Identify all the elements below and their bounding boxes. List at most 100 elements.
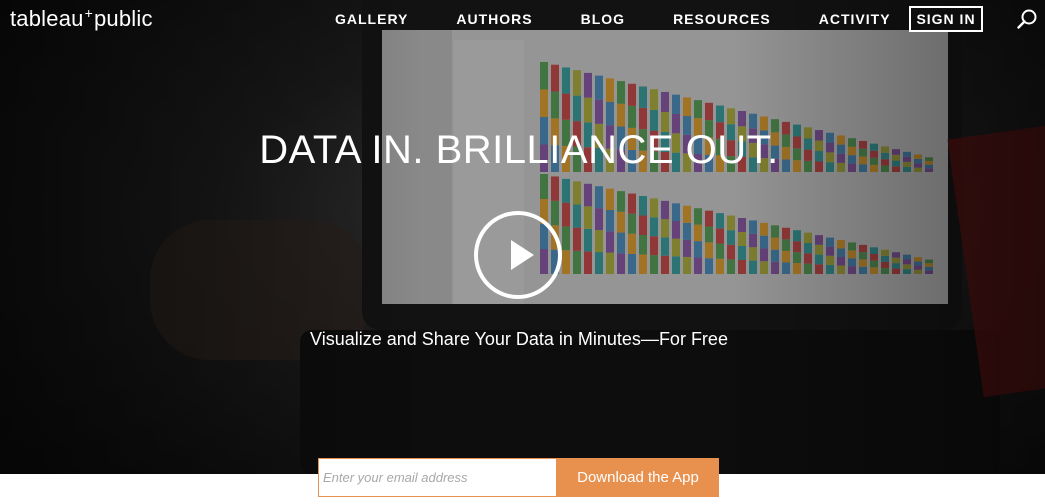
screen-bar-segment [650,198,658,218]
screen-bar-segment [771,237,779,250]
screen-bar-segment [826,246,834,256]
screen-bar-segment [804,243,812,254]
screen-bar-segment [903,254,911,260]
screen-bar-segment [749,260,757,274]
screen-bar-segment [782,250,790,263]
screen-bar-segment [584,97,592,123]
screen-bar-segment [584,206,592,229]
screen-bar-segment [562,202,570,227]
email-input[interactable] [318,458,557,497]
screen-bar-segment [881,261,889,268]
logo-text-left: tableau [10,6,84,31]
sign-in-button[interactable]: SIGN IN [909,6,983,32]
screen-bar-segment [562,178,570,203]
screen-bar-segment [672,94,680,114]
screen-bar-segment [606,188,614,210]
screen-bar-segment [551,64,559,92]
hero-section: tableau+public GALLERY AUTHORS BLOG RESO… [0,0,1045,474]
screen-bar-segment [771,261,779,274]
screen-bar-segment [738,260,746,274]
nav-item-blog[interactable]: BLOG [581,11,625,27]
screen-bar-segment [782,239,790,251]
screen-bar-segment [595,230,603,253]
screen-bar-segment [584,251,592,274]
screen-bar-segment [848,250,856,259]
screen-bar-segment [870,267,878,274]
screen-bar-segment [650,236,658,256]
screen-bar-segment [683,239,691,257]
screen-bar-segment [892,252,900,258]
screen-bar-segment [650,217,658,237]
screen-bar-segment [914,261,922,266]
screen-bar-segment [804,253,812,264]
screen-bar-segment [881,255,889,262]
screen-bar-segment [617,103,625,127]
screen-bar-segment [881,267,889,274]
screen-bar-segment [727,244,735,260]
screen-bar-segment [661,91,669,112]
screen-bar-segment [760,248,768,262]
screen-bar-segment [837,265,845,274]
nav-item-resources[interactable]: RESOURCES [673,11,771,27]
screen-bar-segment [595,186,603,209]
screen-bar-segment [683,205,691,223]
screen-bar-segment [661,237,669,256]
screen-bar-segment [815,254,823,265]
screen-bar-segment [925,259,933,264]
screen-bar-segment [738,111,746,127]
tableau-public-logo[interactable]: tableau+public [10,5,153,32]
screen-bar-segment [914,269,922,274]
screen-bar-segment [760,235,768,249]
subhead-emphasis-text: For Free [658,329,728,349]
screen-bar-segment [881,249,889,256]
screen-bar-segment [749,247,757,261]
screen-bar-segment [617,211,625,233]
screen-bar-segment [804,263,812,274]
screen-bar-segment [584,183,592,207]
screen-bar-segment [606,78,614,102]
screen-bar-segment [925,266,933,271]
screen-bar-segment [848,266,856,274]
screen-bar-segment [749,233,757,248]
screen-bar-segment [859,252,867,260]
screen-bar-segment [727,215,735,231]
screen-bar-segment [793,230,801,242]
screen-bar-segment [639,215,647,235]
screen-bar-segment [771,225,779,238]
screen-bar-segment [815,244,823,255]
screen-bar-segment [815,264,823,274]
screen-bar-segment [848,242,856,251]
download-app-button[interactable]: Download the App [557,458,719,497]
screen-bar-segment [694,257,702,274]
play-video-button[interactable] [474,211,562,299]
screen-bar-segment [793,263,801,274]
screen-bar-segment [859,259,867,267]
screen-bar-segment [892,263,900,269]
screen-bar-segment [639,254,647,274]
screen-bar-segment [650,89,658,110]
screen-bar-segment [826,255,834,265]
screen-bar-segment [672,221,680,239]
screen-bar-segment [716,228,724,244]
screen-bar-segment [562,226,570,251]
screen-bar-segment [606,210,614,232]
nav-item-activity[interactable]: ACTIVITY [819,11,891,27]
screen-bar-segment [573,250,581,274]
screen-bar-segment [815,235,823,245]
screen-bar-segment [837,257,845,266]
screen-bar-segment [694,224,702,242]
hero-subheading: Visualize and Share Your Data in Minutes… [0,329,1038,350]
screen-bar-segment [573,95,581,122]
screen-bar-segment [892,257,900,264]
screen-bar-segment [595,99,603,124]
screen-bar-segment [716,258,724,274]
screen-bar-segment [738,218,746,232]
nav-item-gallery[interactable]: GALLERY [335,11,408,27]
screen-bar-segment [639,86,647,108]
screen-bar-segment [628,233,636,254]
screen-bar-segment [749,220,757,234]
screen-bar-segment [793,241,801,253]
search-icon[interactable] [1016,8,1038,30]
screen-bar-segment [694,100,702,119]
nav-item-authors[interactable]: AUTHORS [456,11,532,27]
